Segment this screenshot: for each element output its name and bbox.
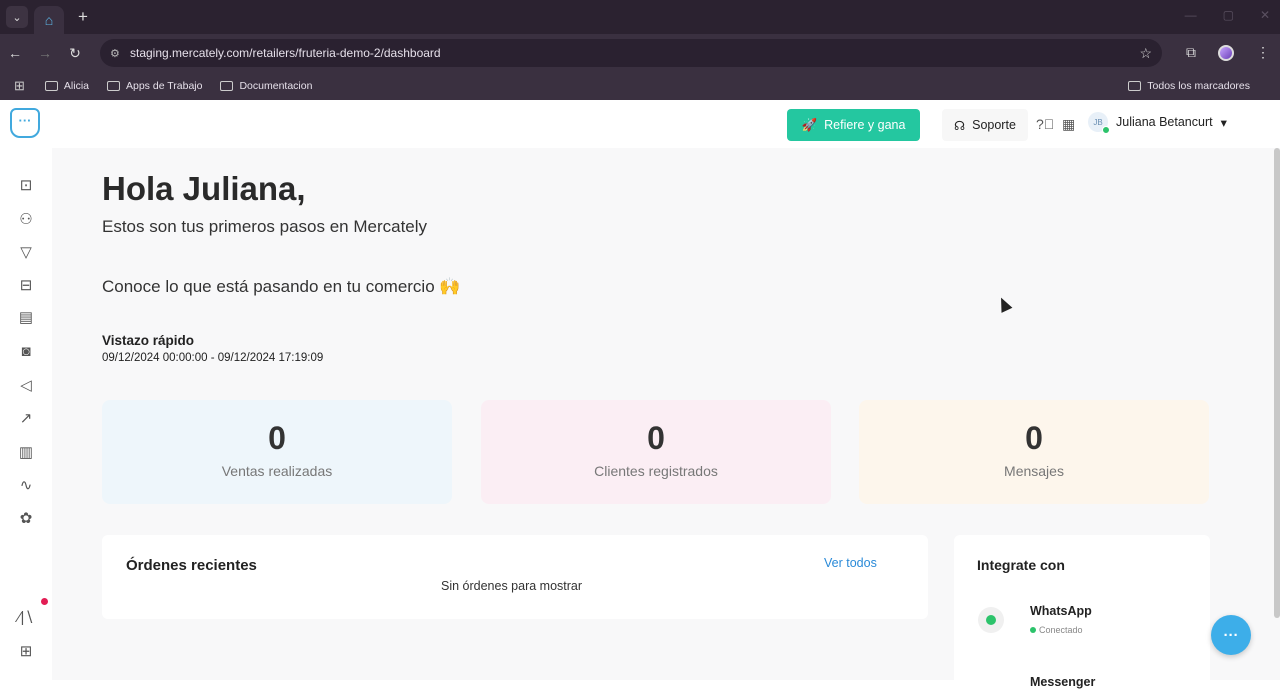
recent-orders-card: Órdenes recientes Ver todos Sin órdenes … bbox=[102, 535, 928, 619]
site-info-icon[interactable]: ⚙ bbox=[110, 47, 130, 60]
integrations-card: Integrate con WhatsApp Conectado Messeng… bbox=[954, 535, 1210, 695]
bookmark-star-icon[interactable]: ☆ bbox=[1139, 45, 1152, 62]
integration-status: Conectado bbox=[1030, 625, 1083, 635]
tab-search-button[interactable]: ⌄ bbox=[6, 6, 28, 28]
view-all-link[interactable]: Ver todos bbox=[824, 556, 877, 570]
refer-button[interactable]: 🚀 Refiere y gana bbox=[787, 109, 920, 141]
folder-icon bbox=[107, 81, 120, 91]
chat-widget-button[interactable]: ··· bbox=[1211, 615, 1251, 655]
stat-value: 0 bbox=[1025, 420, 1043, 456]
apps-icon[interactable]: ⊞ bbox=[16, 642, 36, 662]
online-status-dot bbox=[1102, 126, 1110, 134]
trend-icon[interactable]: ↗ bbox=[16, 409, 36, 429]
integration-name[interactable]: Messenger bbox=[1030, 675, 1095, 689]
page-subtitle: Estos son tus primeros pasos en Mercatel… bbox=[102, 217, 428, 236]
section-heading: Conoce lo que está pasando en tu comerci… bbox=[102, 277, 461, 296]
stat-card-sales: 0 Ventas realizadas bbox=[102, 400, 452, 504]
app-container: ··· ⊡ ⚇ ▽ ⊟ ▤ ◙ ◁ ↗ ▥ ∿ ✿ ⁄|∖ ⊞ 🚀 Refier… bbox=[0, 100, 1280, 695]
stat-label: Mensajes bbox=[1004, 463, 1064, 479]
address-bar[interactable]: ⚙ staging.mercately.com/retailers/fruter… bbox=[100, 39, 1162, 67]
stat-value: 0 bbox=[647, 420, 665, 456]
apps-grid-icon[interactable]: ⊞ bbox=[14, 78, 25, 94]
caret-down-icon: ▾ bbox=[1220, 115, 1227, 130]
support-button[interactable]: ☊ Soporte bbox=[942, 109, 1028, 141]
browser-navbar: ← → ↻ ⚙ staging.mercately.com/retailers/… bbox=[0, 34, 1280, 72]
bookmarks-bar: ⊞ Alicia Apps de Trabajo Documentacion T… bbox=[0, 72, 1280, 100]
user-name: Juliana Betancurt bbox=[1116, 115, 1213, 129]
calendar-icon[interactable]: ▦ bbox=[1062, 116, 1075, 133]
stat-card-clients: 0 Clientes registrados bbox=[481, 400, 831, 504]
bag-icon[interactable]: ◙ bbox=[16, 342, 36, 362]
favicon-icon: ⌂ bbox=[44, 12, 54, 28]
window-controls: — ▢ ✕ bbox=[1185, 8, 1270, 22]
minimize-icon[interactable]: — bbox=[1185, 8, 1197, 22]
quick-view-title: Vistazo rápido bbox=[102, 333, 195, 348]
inbox-icon[interactable]: ⊡ bbox=[16, 176, 36, 196]
avatar: JB bbox=[1088, 112, 1110, 134]
whatsapp-icon bbox=[978, 607, 1004, 633]
mercately-logo[interactable]: ··· bbox=[10, 108, 40, 138]
integration-name[interactable]: WhatsApp bbox=[1030, 604, 1092, 618]
roadmap-icon[interactable]: ⁄|∖ bbox=[16, 608, 36, 628]
activity-icon[interactable]: ∿ bbox=[16, 476, 36, 496]
empty-state: Sin órdenes para mostrar bbox=[441, 579, 583, 593]
maximize-icon[interactable]: ▢ bbox=[1223, 8, 1234, 22]
all-bookmarks[interactable]: Todos los marcadores bbox=[1128, 80, 1250, 92]
card-title: Órdenes recientes bbox=[126, 557, 257, 574]
stat-value: 0 bbox=[268, 420, 286, 456]
bar-chart-icon[interactable]: ▥ bbox=[16, 443, 36, 463]
users-icon[interactable]: ⚇ bbox=[16, 210, 36, 230]
user-menu[interactable]: JB Juliana Betancurt ▾ bbox=[1088, 112, 1227, 134]
page-scrollbar[interactable] bbox=[1274, 148, 1280, 618]
settings-icon[interactable]: ✿ bbox=[16, 509, 36, 529]
mouse-cursor-icon bbox=[995, 295, 1013, 313]
forward-icon[interactable]: → bbox=[30, 45, 60, 61]
notification-badge bbox=[39, 596, 50, 607]
megaphone-icon[interactable]: ◁ bbox=[16, 376, 36, 396]
help-icon[interactable]: ?⃝ bbox=[1036, 116, 1054, 132]
stat-card-messages: 0 Mensajes bbox=[859, 400, 1209, 504]
url-text: staging.mercately.com/retailers/fruteria… bbox=[130, 46, 441, 60]
date-range: 09/12/2024 00:00:00 - 09/12/2024 17:19:0… bbox=[102, 352, 324, 364]
bookmark-folder[interactable]: Documentacion bbox=[220, 80, 312, 92]
card-title: Integrate con bbox=[977, 557, 1065, 573]
app-topbar: 🚀 Refiere y gana ☊ Soporte ?⃝ ▦ JB Julia… bbox=[52, 100, 1280, 148]
stat-label: Clientes registrados bbox=[594, 463, 718, 479]
bookmark-folder[interactable]: Apps de Trabajo bbox=[107, 80, 202, 92]
new-tab-button[interactable]: + bbox=[78, 7, 88, 27]
sidebar: ··· ⊡ ⚇ ▽ ⊟ ▤ ◙ ◁ ↗ ▥ ∿ ✿ ⁄|∖ ⊞ bbox=[0, 100, 52, 680]
folder-icon bbox=[1128, 81, 1142, 91]
close-icon[interactable]: ✕ bbox=[1260, 8, 1270, 22]
extensions-icon[interactable]: ⧉ bbox=[1186, 44, 1196, 61]
back-icon[interactable]: ← bbox=[0, 45, 30, 61]
funnel-icon[interactable]: ▽ bbox=[16, 243, 36, 263]
profile-icon[interactable] bbox=[1218, 44, 1234, 61]
bot-icon[interactable]: ⊟ bbox=[16, 276, 36, 296]
reload-icon[interactable]: ↻ bbox=[60, 45, 90, 62]
page-title: Hola Juliana, bbox=[102, 170, 306, 207]
rocket-icon: 🚀 bbox=[801, 117, 818, 132]
status-dot bbox=[1030, 627, 1036, 633]
headset-icon: ☊ bbox=[954, 118, 966, 133]
bookmark-folder[interactable]: Alicia bbox=[44, 80, 89, 92]
browser-tab-bar: ⌄ ⌂ + — ▢ ✕ bbox=[0, 0, 1280, 34]
store-icon[interactable]: ▤ bbox=[16, 308, 36, 328]
browser-tab[interactable]: ⌂ bbox=[34, 6, 64, 34]
folder-icon bbox=[44, 81, 58, 91]
stat-label: Ventas realizadas bbox=[221, 463, 333, 479]
folder-icon bbox=[220, 81, 234, 91]
browser-menu-icon[interactable]: ⋮ bbox=[1256, 44, 1270, 61]
